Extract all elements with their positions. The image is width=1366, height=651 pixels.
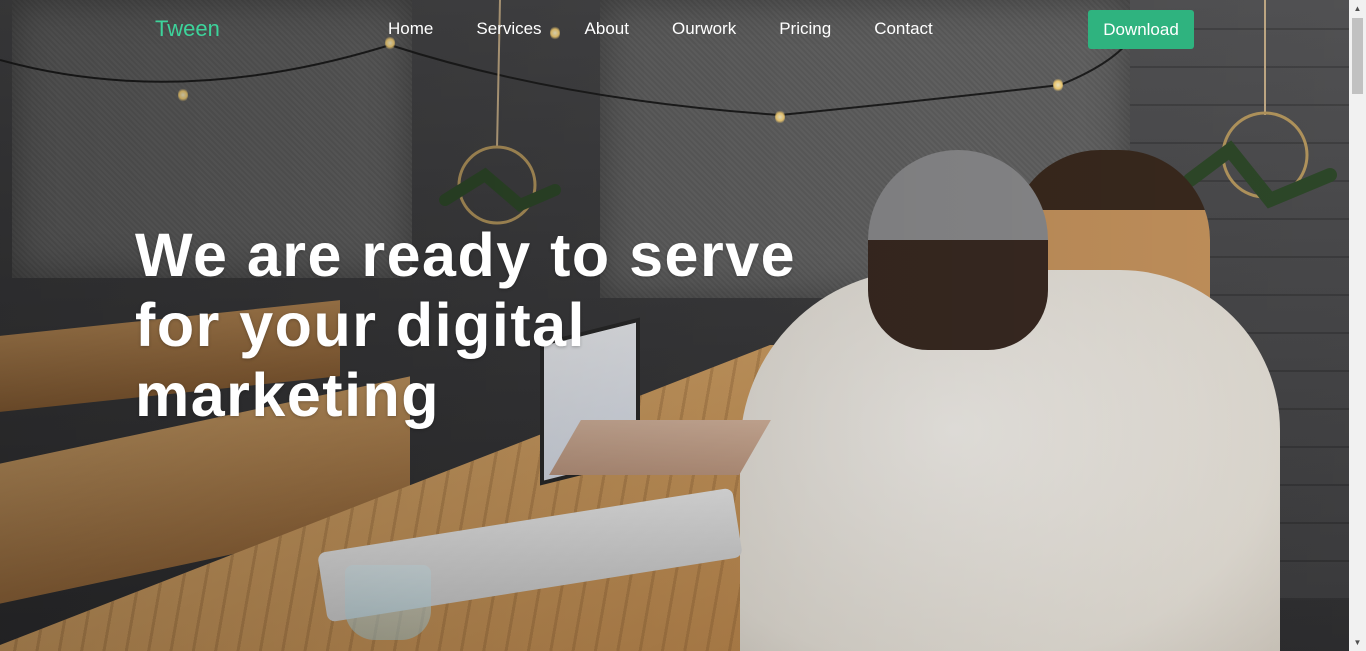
- hero-headline-line-3: marketing: [135, 361, 441, 429]
- nav-link-home[interactable]: Home: [388, 19, 433, 39]
- scroll-up-arrow-icon[interactable]: ▲: [1349, 0, 1366, 17]
- download-button[interactable]: Download: [1088, 10, 1194, 49]
- nav-link-ourwork[interactable]: Ourwork: [672, 19, 736, 39]
- scrollbar-thumb[interactable]: [1352, 18, 1363, 94]
- nav-link-about[interactable]: About: [585, 19, 629, 39]
- hero-headline: We are ready to serve for your digital m…: [135, 220, 835, 430]
- hero-headline-line-1: We are ready to serve: [135, 221, 797, 289]
- landing-page: Tween Home Services About Ourwork Pricin…: [0, 0, 1366, 651]
- hero-headline-line-2: for your digital: [135, 291, 586, 359]
- scroll-down-arrow-icon[interactable]: ▼: [1349, 634, 1366, 651]
- nav-link-pricing[interactable]: Pricing: [779, 19, 831, 39]
- nav-links: Home Services About Ourwork Pricing Cont…: [388, 19, 976, 39]
- vertical-scrollbar[interactable]: ▲ ▼: [1349, 0, 1366, 651]
- top-navbar: Tween Home Services About Ourwork Pricin…: [0, 0, 1349, 58]
- nav-link-services[interactable]: Services: [476, 19, 541, 39]
- brand-logo[interactable]: Tween: [155, 16, 220, 42]
- nav-link-contact[interactable]: Contact: [874, 19, 933, 39]
